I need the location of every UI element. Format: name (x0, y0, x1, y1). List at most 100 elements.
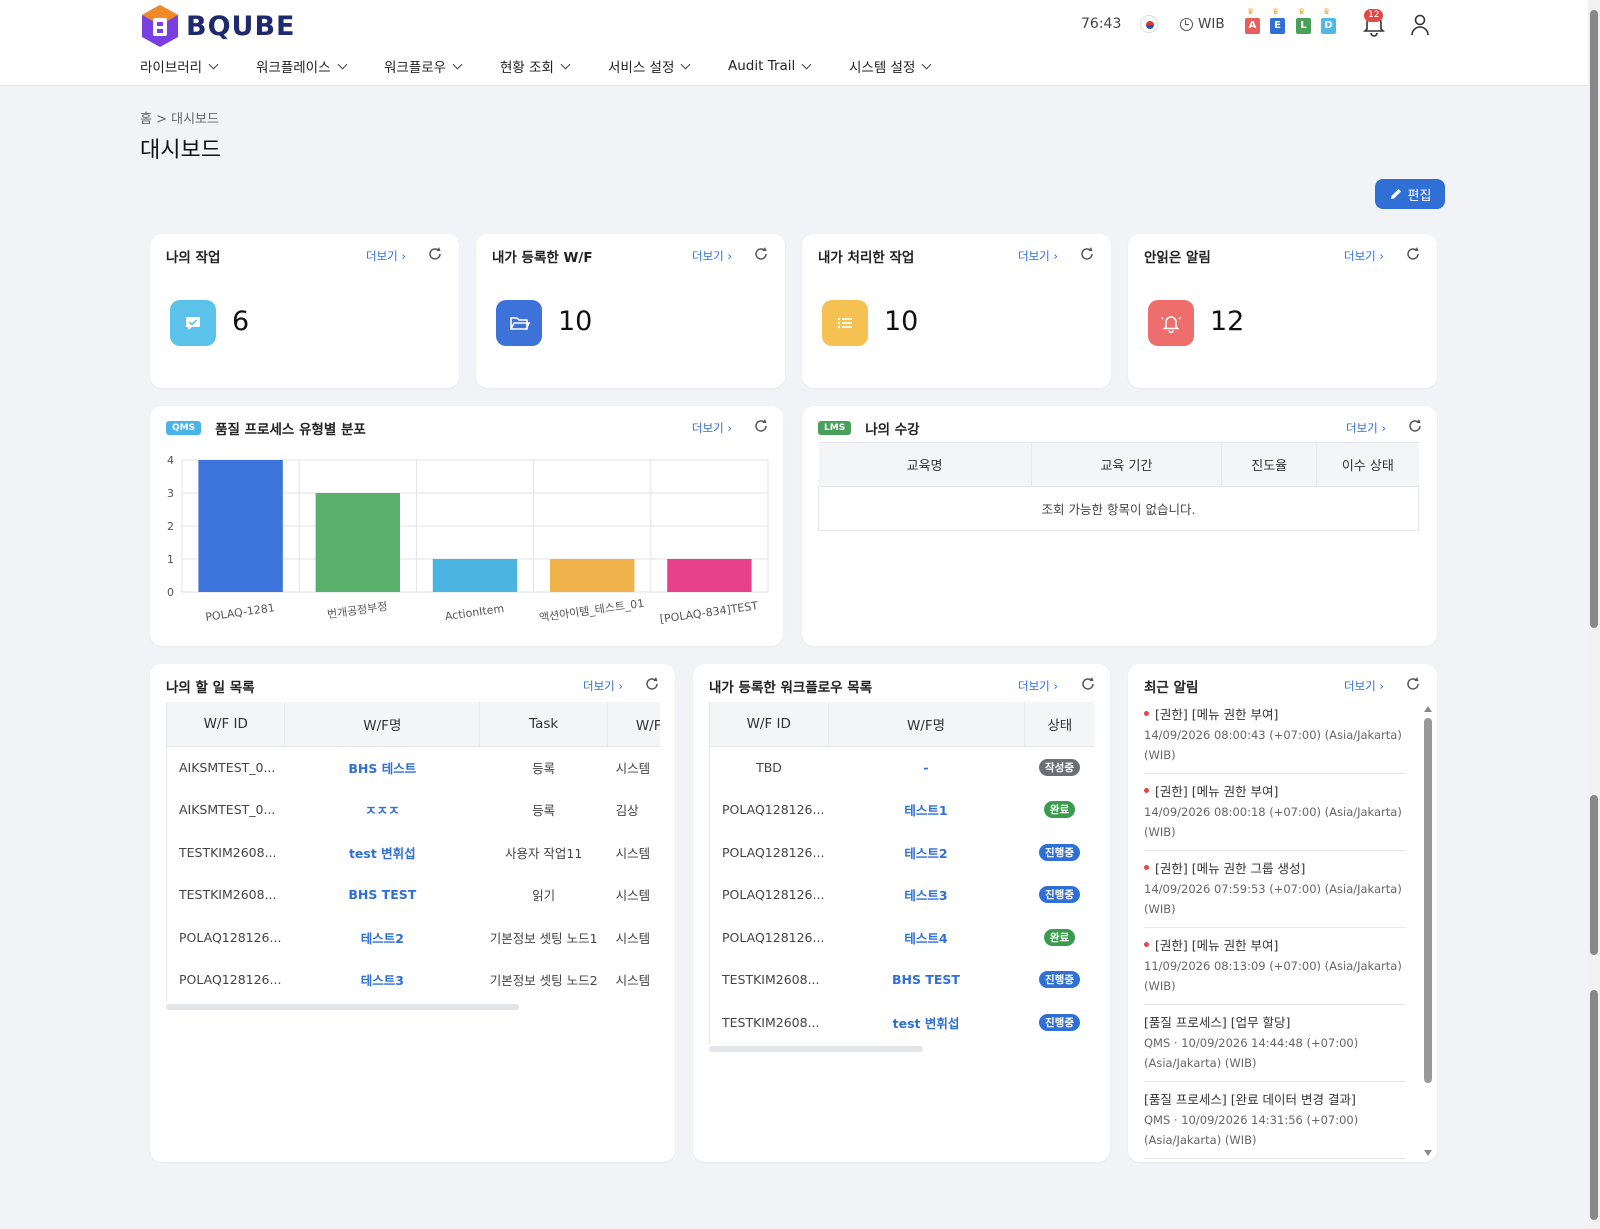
table-row[interactable]: POLAQ128126... 테스트2 기본정보 셋팅 노드1 시스템 (167, 916, 660, 959)
column-header[interactable]: 이수 상태 (1316, 442, 1419, 487)
column-header[interactable]: W/F ID (167, 702, 286, 747)
role-badge[interactable]: A (1245, 18, 1260, 34)
scroll-down-arrow-icon[interactable] (1424, 1150, 1432, 1156)
edit-button[interactable]: 편집 (1375, 179, 1445, 209)
refresh-icon[interactable] (1405, 246, 1421, 262)
wf-name-link[interactable]: ㅈㅈㅈ (285, 789, 480, 832)
nav-item-label: 현황 조회 (500, 60, 554, 76)
refresh-icon[interactable] (1080, 676, 1096, 692)
wf-name-link[interactable]: test 변휘섭 (285, 831, 480, 874)
horizontal-scrollbar[interactable] (709, 1046, 923, 1052)
table-row[interactable]: TBD - 작성중 (710, 746, 1094, 789)
bar[interactable] (198, 460, 283, 592)
wf-name-link[interactable]: 테스트4 (828, 916, 1024, 959)
refresh-icon[interactable] (427, 246, 443, 262)
more-link[interactable]: 더보기 › (366, 248, 406, 264)
table-row[interactable]: TESTKIM2608... test 변휘섭 사용자 작업11 시스템 (167, 831, 660, 874)
column-header[interactable]: W/F 작 (607, 702, 660, 747)
column-header[interactable]: 상태 (1024, 702, 1094, 747)
task-cell: 등록 (532, 761, 556, 776)
notification-title: [품질 프로세스] [완료 데이터 변경 결과] (1144, 1092, 1356, 1107)
column-header[interactable]: 교육명 (818, 442, 1032, 487)
more-link[interactable]: 더보기 › (1346, 420, 1386, 436)
wf-name-link[interactable]: 테스트2 (285, 916, 480, 959)
column-header[interactable]: Task (479, 702, 609, 747)
bar[interactable] (667, 559, 752, 592)
wf-name-link[interactable]: 테스트1 (828, 789, 1024, 832)
more-link[interactable]: 더보기 › (1018, 248, 1058, 264)
wf-name-link[interactable]: 테스트2 (828, 831, 1024, 874)
column-header[interactable]: 진도율 (1221, 442, 1318, 487)
role-badge[interactable]: L (1296, 18, 1311, 34)
page-scrollbar-thumb[interactable] (1590, 10, 1598, 628)
timezone-selector[interactable]: WIB (1180, 16, 1225, 32)
role-badge[interactable]: D (1321, 18, 1336, 34)
more-link[interactable]: 더보기 › (583, 678, 623, 694)
wf-name-link[interactable]: test 변휘섭 (828, 1001, 1024, 1044)
table-row[interactable]: POLAQ128126... 테스트1 완료 (710, 789, 1094, 832)
nav-item[interactable]: 라이브러리 (140, 56, 256, 76)
vertical-scrollbar[interactable] (1424, 718, 1432, 1083)
column-header[interactable]: 교육 기간 (1031, 442, 1223, 487)
nav-item[interactable]: 서비스 설정 (608, 56, 728, 76)
refresh-icon[interactable] (644, 676, 660, 692)
refresh-icon[interactable] (753, 418, 769, 434)
wf-name-link[interactable]: - (828, 746, 1024, 789)
notification-item[interactable]: [권한] [메뉴 권한 그룹 생성] 14/09/2026 07:59:53 (+… (1144, 858, 1406, 928)
owner-cell: 시스템 (615, 973, 651, 989)
notification-item[interactable]: [권한] [메뉴 권한 부여] 14/09/2026 08:00:43 (+07:… (1144, 704, 1406, 774)
notification-item[interactable]: [권한] [메뉴 권한 부여] 11/09/2026 08:13:09 (+07:… (1144, 935, 1406, 1005)
bar[interactable] (550, 559, 635, 592)
column-header[interactable]: W/F명 (284, 702, 481, 747)
owner-cell: 시스템 (615, 888, 651, 904)
page-scrollbar-thumb[interactable] (1590, 795, 1598, 955)
nav-item[interactable]: 시스템 설정 (849, 56, 949, 76)
notification-item[interactable]: [품질 프로세스] [업무 할당] QMS · 10/09/2026 14:44:… (1144, 1012, 1406, 1082)
notification-item[interactable]: [품질 프로세스] [완료 데이터 변경 결과] QMS · 10/09/2026… (1144, 1089, 1406, 1159)
nav-item[interactable]: 워크플레이스 (256, 56, 384, 76)
page-scrollbar-thumb[interactable] (1590, 990, 1598, 1220)
notification-item[interactable]: [권한] [메뉴 권한 부여] 14/09/2026 08:00:18 (+07:… (1144, 781, 1406, 851)
role-badge[interactable]: E (1270, 18, 1285, 34)
more-link[interactable]: 더보기 › (692, 420, 732, 436)
refresh-icon[interactable] (1405, 676, 1421, 692)
table-row[interactable]: POLAQ128126... 테스트2 진행중 (710, 831, 1094, 874)
table-row[interactable]: TESTKIM2608... BHS TEST 읽기 시스템 (167, 874, 660, 917)
bar[interactable] (315, 493, 400, 592)
clock-icon (1180, 17, 1193, 31)
more-link[interactable]: 더보기 › (1344, 678, 1384, 694)
nav-item[interactable]: Audit Trail (728, 56, 849, 76)
table-row[interactable]: AIKSMTEST_0... BHS 테스트 등록 시스템 (167, 746, 660, 789)
table-row[interactable]: POLAQ128126... 테스트4 완료 (710, 916, 1094, 959)
refresh-icon[interactable] (753, 246, 769, 262)
scroll-up-arrow-icon[interactable] (1424, 706, 1432, 712)
user-profile-icon[interactable] (1410, 14, 1430, 40)
bar[interactable] (432, 559, 518, 592)
column-header[interactable]: W/F명 (828, 702, 1025, 747)
refresh-icon[interactable] (1407, 418, 1423, 434)
more-link[interactable]: 더보기 › (692, 248, 732, 264)
table-row[interactable]: AIKSMTEST_0... ㅈㅈㅈ 등록 김상 (167, 789, 660, 832)
table-row[interactable]: TESTKIM2608... test 변휘섭 진행중 (710, 1001, 1094, 1044)
nav-item[interactable]: 현황 조회 (500, 56, 608, 76)
wf-name-link[interactable]: BHS TEST (828, 959, 1024, 1002)
status-badge: 작성중 (1039, 759, 1080, 776)
wf-name-link[interactable]: BHS TEST (285, 874, 480, 917)
wf-name-link[interactable]: 테스트3 (285, 959, 480, 1002)
logo[interactable]: BQUBE (140, 4, 295, 48)
table-row[interactable]: TESTKIM2608... BHS TEST 진행중 (710, 959, 1094, 1002)
nav-item[interactable]: 워크플로우 (384, 56, 500, 76)
logo-mark-icon (142, 5, 178, 47)
refresh-icon[interactable] (1079, 246, 1095, 262)
wf-name-link[interactable]: BHS 테스트 (285, 746, 480, 789)
wf-name-link[interactable]: 테스트3 (828, 874, 1024, 917)
table-row[interactable]: POLAQ128126... 테스트3 기본정보 셋팅 노드2 시스템 (167, 959, 660, 1002)
empty-message: 조회 가능한 항목이 없습니다. (818, 486, 1419, 531)
todo-card: 나의 할 일 목록 더보기 › W/F IDW/F명TaskW/F 작 AIKS… (150, 664, 675, 1162)
horizontal-scrollbar[interactable] (166, 1004, 519, 1010)
more-link[interactable]: 더보기 › (1018, 678, 1058, 694)
table-row[interactable]: POLAQ128126... 테스트3 진행중 (710, 874, 1094, 917)
more-link[interactable]: 더보기 › (1344, 248, 1384, 264)
language-flag-icon[interactable] (1140, 15, 1158, 33)
column-header[interactable]: W/F ID (710, 702, 829, 747)
